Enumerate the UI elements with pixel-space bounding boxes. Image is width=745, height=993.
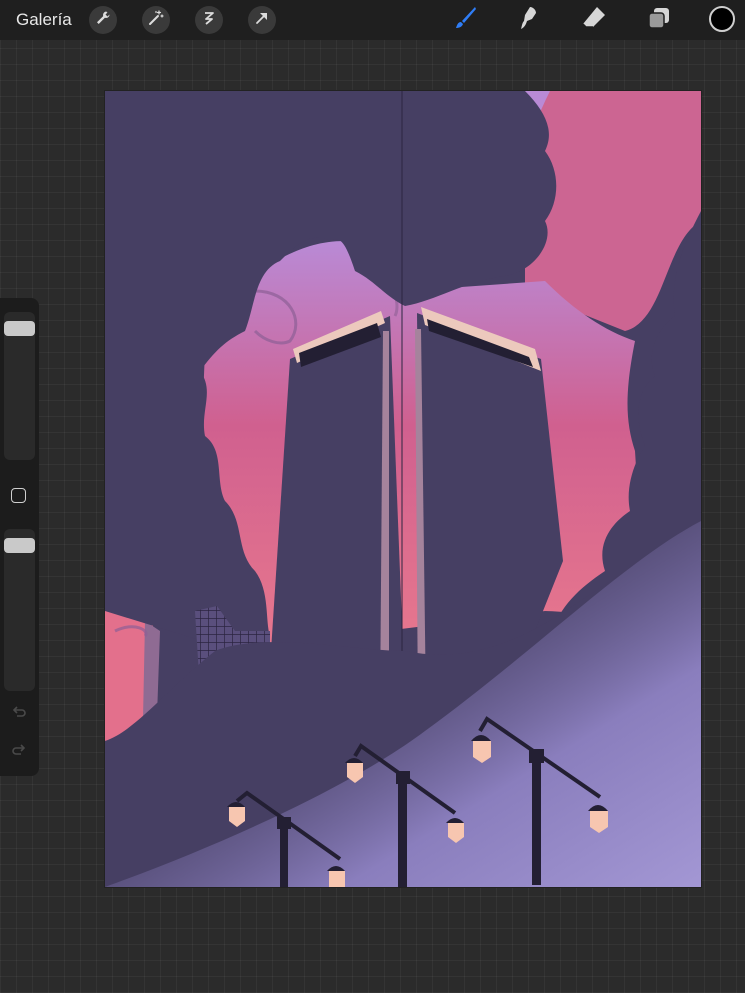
- left-sidebar: [0, 298, 39, 776]
- top-toolbar: Galería: [0, 0, 745, 40]
- selection-icon: [201, 10, 217, 31]
- transform-arrow-icon: [254, 10, 270, 31]
- undo-icon: [10, 703, 28, 726]
- undo-button[interactable]: [9, 704, 29, 724]
- drawing-canvas[interactable]: [105, 91, 701, 887]
- adjustments-button[interactable]: [142, 6, 170, 34]
- smudge-tool-button[interactable]: [514, 5, 544, 35]
- smudge-icon: [516, 5, 542, 36]
- wrench-icon: [95, 10, 111, 31]
- canvas-artwork: [105, 91, 701, 887]
- brush-tool-button[interactable]: [450, 5, 480, 35]
- opacity-slider[interactable]: [4, 529, 35, 691]
- redo-button[interactable]: [9, 742, 29, 762]
- eraser-icon: [580, 4, 608, 37]
- redo-icon: [10, 741, 28, 764]
- layers-icon: [646, 5, 672, 36]
- transform-button[interactable]: [248, 6, 276, 34]
- gallery-button[interactable]: Galería: [16, 10, 72, 30]
- color-picker-button[interactable]: [709, 6, 735, 32]
- modify-button[interactable]: [11, 488, 26, 503]
- brush-size-slider[interactable]: [4, 312, 35, 460]
- layers-button[interactable]: [644, 5, 674, 35]
- eraser-tool-button[interactable]: [579, 5, 609, 35]
- actions-button[interactable]: [89, 6, 117, 34]
- magic-wand-icon: [148, 9, 164, 31]
- brush-icon: [451, 4, 479, 37]
- brush-size-thumb[interactable]: [4, 320, 35, 336]
- selection-button[interactable]: [195, 6, 223, 34]
- opacity-thumb[interactable]: [4, 538, 35, 554]
